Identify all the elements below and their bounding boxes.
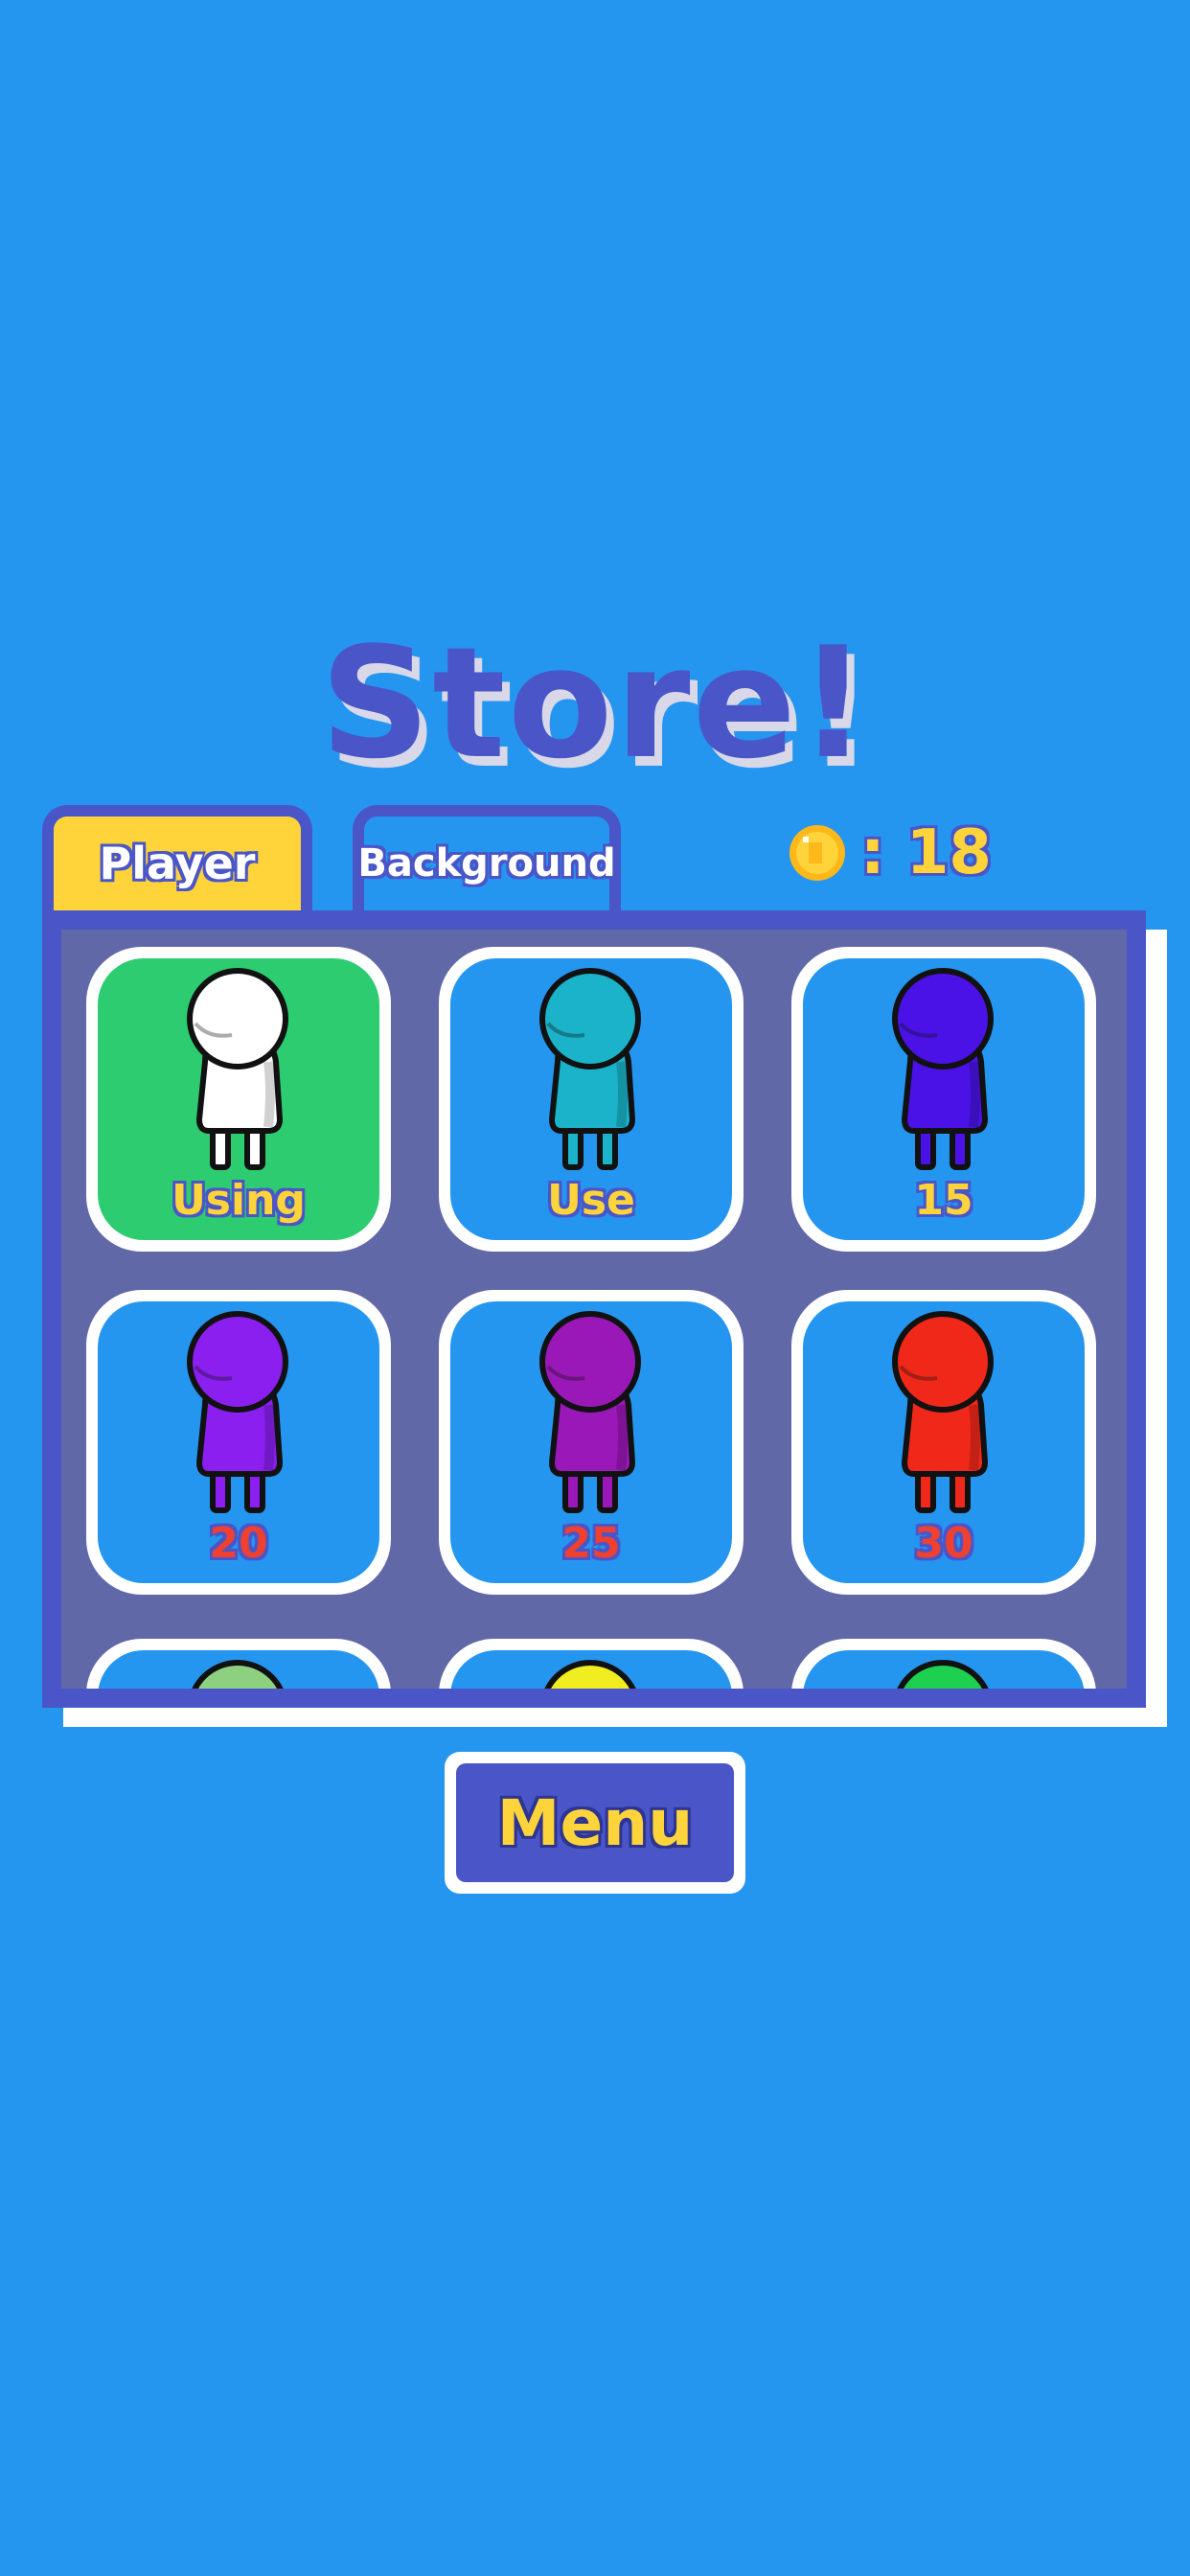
card-face: 20 <box>98 1301 379 1583</box>
item-label: 25 <box>561 1519 621 1568</box>
store-item-card[interactable]: 15 <box>791 947 1096 1252</box>
store-item-card[interactable] <box>791 1639 1096 1689</box>
card-face: Use <box>450 958 732 1240</box>
card-face <box>803 1650 1085 1689</box>
character-icon <box>187 1311 288 1513</box>
character-icon <box>192 1660 284 1689</box>
item-label: Using <box>172 1176 306 1225</box>
card-face <box>450 1650 732 1689</box>
character-icon <box>897 1660 989 1689</box>
item-label: 15 <box>914 1176 973 1225</box>
item-label: 30 <box>914 1519 973 1568</box>
tab-player[interactable]: Player <box>42 805 312 910</box>
menu-button-label: Menu <box>456 1763 734 1882</box>
character-icon <box>892 1311 994 1513</box>
item-grid[interactable]: Using Use 15 20 25 30 <box>61 930 1127 1689</box>
card-face: 25 <box>450 1301 732 1583</box>
card-face: 15 <box>803 958 1085 1240</box>
store-item-card[interactable] <box>86 1639 391 1689</box>
coin-count: : 18 <box>860 817 992 888</box>
character-icon <box>187 968 288 1170</box>
character-icon <box>544 1660 636 1689</box>
store-item-card[interactable]: 25 <box>439 1290 744 1595</box>
coin-counter: : 18 <box>788 815 992 891</box>
card-face <box>98 1650 379 1689</box>
store-panel: Using Use 15 20 25 30 <box>42 910 1146 1708</box>
character-icon <box>539 968 641 1170</box>
store-item-card[interactable]: Use <box>439 947 744 1252</box>
coin-icon <box>790 825 845 881</box>
card-face: Using <box>98 958 379 1240</box>
store-item-card[interactable]: 20 <box>86 1290 391 1595</box>
store-item-card[interactable]: 30 <box>791 1290 1096 1595</box>
card-face: 30 <box>803 1301 1085 1583</box>
character-icon <box>539 1311 641 1513</box>
store-item-card[interactable]: Using <box>86 947 391 1252</box>
tab-background[interactable]: Background <box>353 805 621 910</box>
character-icon <box>892 968 994 1170</box>
item-label: Use <box>547 1176 635 1225</box>
menu-button[interactable]: Menu <box>445 1752 745 1894</box>
store-title: Store! <box>319 613 871 793</box>
store-item-card[interactable] <box>439 1639 744 1689</box>
item-label: 20 <box>209 1519 268 1568</box>
